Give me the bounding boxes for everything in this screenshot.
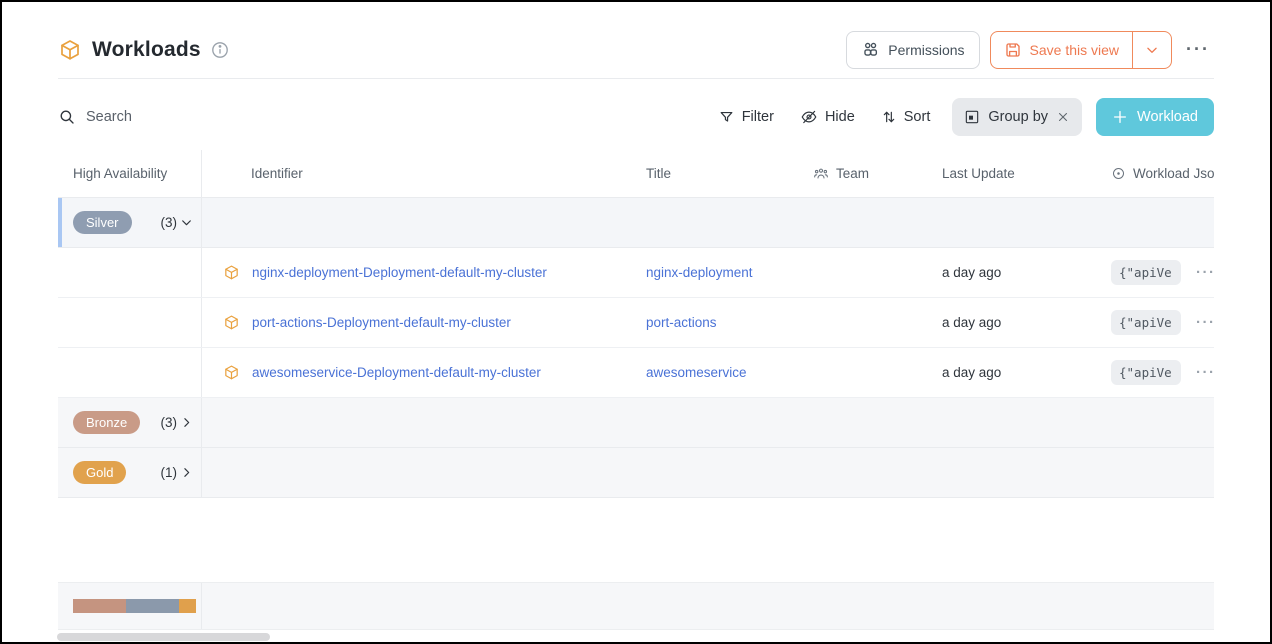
sort-button[interactable]: Sort [881, 109, 931, 125]
add-workload-button[interactable]: Workload [1096, 98, 1214, 136]
group-pill-bronze: Bronze [73, 411, 140, 434]
column-header-workload-json[interactable]: Workload Json [1101, 166, 1214, 181]
column-header-title[interactable]: Title [631, 166, 801, 181]
last-update-text: a day ago [942, 365, 1001, 380]
summary-segment-bronze [73, 599, 126, 613]
chevron-right-icon [180, 466, 193, 479]
page-header: Workloads [58, 31, 1214, 79]
permissions-label: Permissions [888, 42, 964, 58]
title-link[interactable]: port-actions [646, 315, 717, 330]
row-more-button[interactable]: ··· [1196, 314, 1214, 331]
group-toggle-bronze[interactable]: (3) [161, 415, 194, 430]
workload-cube-icon [223, 314, 240, 331]
save-view-label: Save this view [1030, 42, 1119, 58]
close-icon[interactable] [1056, 110, 1070, 124]
workload-json-chip[interactable]: {"apiVe [1111, 310, 1181, 335]
header-more-button[interactable]: ··· [1182, 39, 1214, 60]
identifier-link[interactable]: awesomeservice-Deployment-default-my-clu… [252, 365, 541, 380]
filter-button[interactable]: Filter [718, 109, 774, 126]
summary-segment-silver [126, 599, 179, 613]
chevron-right-icon [180, 416, 193, 429]
team-header-label: Team [836, 166, 869, 181]
group-count: (3) [161, 415, 178, 430]
identifier-link[interactable]: nginx-deployment-Deployment-default-my-c… [252, 265, 547, 280]
group-toggle-gold[interactable]: (1) [161, 465, 194, 480]
workload-json-chip[interactable]: {"apiVe [1111, 360, 1181, 385]
hide-label: Hide [825, 109, 855, 125]
summary-row [58, 582, 1214, 630]
page-title: Workloads [92, 38, 201, 62]
title-link[interactable]: awesomeservice [646, 365, 747, 380]
cell-high-availability [58, 348, 202, 397]
group-by-chip[interactable]: Group by [952, 98, 1082, 136]
summary-bar [73, 599, 196, 613]
scrollbar-thumb[interactable] [57, 633, 270, 641]
group-row-silver[interactable]: Silver (3) [58, 198, 1214, 248]
last-update-text: a day ago [942, 265, 1001, 280]
identifier-link[interactable]: port-actions-Deployment-default-my-clust… [252, 315, 511, 330]
sort-label: Sort [904, 109, 931, 125]
info-icon[interactable] [211, 41, 229, 59]
row-more-button[interactable]: ··· [1196, 264, 1214, 281]
last-update-text: a day ago [942, 315, 1001, 330]
workload-cube-icon [223, 264, 240, 281]
workload-json-chip[interactable]: {"apiVe [1111, 260, 1181, 285]
hide-button[interactable]: Hide [800, 108, 855, 126]
column-header-team[interactable]: Team [801, 166, 931, 182]
chevron-down-icon [180, 216, 193, 229]
column-header-last-update[interactable]: Last Update [931, 166, 1101, 181]
group-by-label: Group by [988, 109, 1048, 125]
table-row[interactable]: awesomeservice-Deployment-default-my-clu… [58, 348, 1214, 398]
save-view-split-button: Save this view [990, 31, 1172, 69]
row-more-button[interactable]: ··· [1196, 364, 1214, 381]
save-view-button[interactable]: Save this view [991, 32, 1132, 68]
summary-segment-gold [179, 599, 196, 613]
team-icon [813, 166, 829, 182]
filter-label: Filter [742, 109, 774, 125]
object-icon [1111, 166, 1126, 181]
group-pill-gold: Gold [73, 461, 126, 484]
search-icon [58, 108, 76, 126]
table-row[interactable]: port-actions-Deployment-default-my-clust… [58, 298, 1214, 348]
chevron-down-icon [1145, 43, 1159, 57]
save-icon [1004, 41, 1022, 59]
add-workload-label: Workload [1137, 109, 1198, 125]
filter-icon [718, 109, 735, 126]
users-icon [861, 40, 880, 59]
group-pill-silver: Silver [73, 211, 132, 234]
workload-json-header-label: Workload Json [1133, 166, 1214, 181]
horizontal-scrollbar [58, 633, 1214, 641]
app-window: Workloads [0, 0, 1272, 644]
permissions-button[interactable]: Permissions [846, 31, 979, 69]
plus-icon [1112, 109, 1128, 125]
group-row-bronze[interactable]: Bronze (3) [58, 398, 1214, 448]
cell-high-availability [58, 298, 202, 347]
column-header-identifier[interactable]: Identifier [202, 166, 631, 181]
eye-off-icon [800, 108, 818, 126]
empty-space [58, 498, 1214, 582]
search-input[interactable] [86, 109, 386, 125]
table-row[interactable]: nginx-deployment-Deployment-default-my-c… [58, 248, 1214, 298]
group-count: (3) [161, 215, 178, 230]
group-count: (1) [161, 465, 178, 480]
cell-high-availability [58, 248, 202, 297]
sort-icon [881, 109, 897, 125]
workload-cube-icon [58, 38, 82, 62]
group-toggle-silver[interactable]: (3) [161, 215, 194, 230]
column-header-high-availability[interactable]: High Availability [58, 150, 202, 197]
group-by-icon [964, 109, 980, 125]
group-row-gold[interactable]: Gold (1) [58, 448, 1214, 498]
table-header: High Availability Identifier Title Team … [58, 150, 1214, 198]
title-link[interactable]: nginx-deployment [646, 265, 753, 280]
toolbar: Filter Hide [58, 97, 1214, 137]
workload-cube-icon [223, 364, 240, 381]
save-view-dropdown[interactable] [1132, 32, 1171, 68]
